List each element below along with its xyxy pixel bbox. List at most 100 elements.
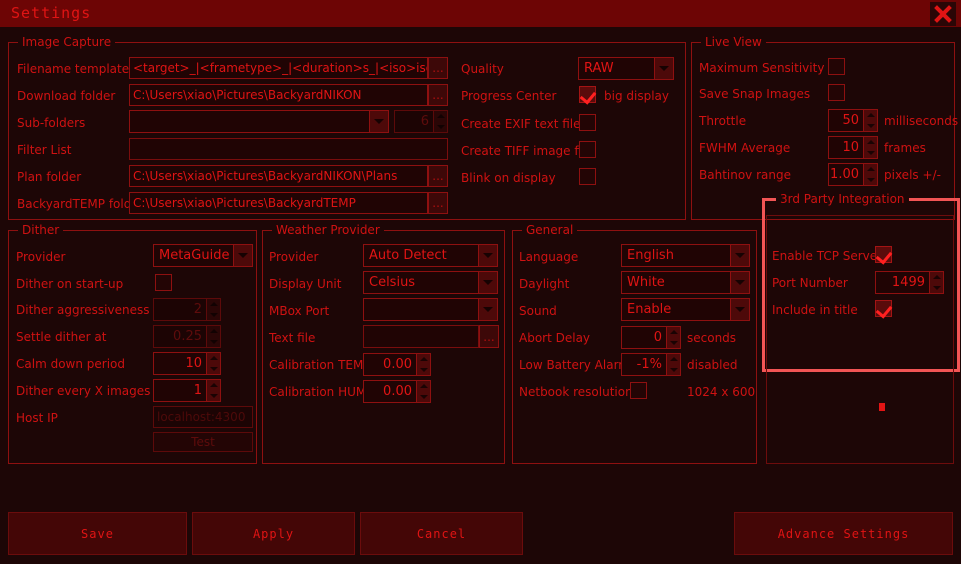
host-ip-input[interactable]: localhost:4300 (153, 406, 253, 428)
language-combo[interactable]: English (621, 244, 750, 267)
fwhm-average-unit: frames (884, 141, 926, 155)
display-unit-value: Celsius (369, 275, 416, 290)
apply-button[interactable]: Apply (192, 512, 355, 555)
abort-delay-spinner[interactable]: 0 (621, 326, 681, 349)
display-unit-combo[interactable]: Celsius (363, 271, 498, 294)
throttle-spinner[interactable]: 50 (828, 109, 878, 132)
save-snap-images-checkbox[interactable] (828, 84, 845, 101)
chevron-down-icon (730, 245, 749, 266)
dither-legend: Dither (18, 223, 64, 237)
cursor-marker (879, 403, 885, 411)
daylight-combo[interactable]: White (621, 271, 750, 294)
advance-settings-button[interactable]: Advance Settings (734, 512, 953, 555)
backyardtemp-folder-label: BackyardTEMP folder (17, 197, 144, 211)
settle-dither-stepper[interactable] (206, 325, 221, 348)
port-number-label: Port Number (772, 276, 848, 290)
calibration-hum-spinner[interactable]: 0.00 (363, 380, 431, 403)
save-button[interactable]: Save (8, 512, 187, 555)
filename-template-input[interactable]: <target>_|<frametype>_|<duration>s_|<iso… (129, 57, 428, 79)
download-folder-input[interactable]: C:\Users\xiao\Pictures\BackyardNIKON (129, 84, 428, 106)
text-file-browse-button[interactable]: ... (479, 325, 499, 348)
plan-folder-browse-button[interactable]: ... (428, 165, 448, 187)
dither-every-x-value: 1 (153, 379, 206, 402)
subfolders-count-stepper[interactable] (433, 110, 448, 133)
fwhm-average-stepper[interactable] (863, 136, 878, 159)
fwhm-average-spinner[interactable]: 10 (828, 136, 878, 159)
port-number-spinner[interactable]: 1499 (875, 271, 944, 294)
dither-onstartup-checkbox[interactable] (155, 274, 172, 291)
low-battery-alarm-value: -1% (621, 353, 666, 376)
create-tiff-label: Create TIFF image file (461, 144, 593, 158)
calm-down-period-value: 10 (153, 352, 206, 375)
low-battery-alarm-stepper[interactable] (666, 353, 681, 376)
chevron-down-icon (478, 245, 497, 266)
throttle-stepper[interactable] (863, 109, 878, 132)
max-sensitivity-checkbox[interactable] (828, 58, 845, 75)
quality-value: RAW (584, 61, 614, 76)
calibration-temp-spinner[interactable]: 0.00 (363, 353, 431, 376)
subfolders-combo[interactable] (129, 110, 389, 133)
throttle-label: Throttle (699, 114, 747, 128)
subfolders-label: Sub-folders (17, 116, 86, 130)
display-unit-label: Display Unit (269, 277, 342, 291)
create-exif-checkbox[interactable] (579, 114, 596, 131)
weather-provider-combo[interactable]: Auto Detect (363, 244, 498, 267)
plan-folder-input[interactable]: C:\Users\xiao\Pictures\BackyardNIKON\Pla… (129, 165, 428, 187)
language-value: English (627, 248, 674, 263)
low-battery-alarm-spinner[interactable]: -1% (621, 353, 681, 376)
backyardtemp-folder-browse-button[interactable]: ... (428, 192, 448, 214)
throttle-unit: milliseconds (884, 114, 959, 128)
sound-label: Sound (519, 304, 557, 318)
mbox-port-combo[interactable] (363, 298, 498, 321)
text-file-input[interactable] (363, 325, 479, 348)
filter-list-input[interactable] (129, 138, 448, 160)
dither-test-button[interactable]: Test (153, 432, 253, 452)
settle-dither-spinner[interactable]: 0.25 (153, 325, 221, 348)
subfolders-count-spinner[interactable]: 6 (394, 110, 448, 133)
create-tiff-checkbox[interactable] (579, 141, 596, 158)
third-party-integration-legend: 3rd Party Integration (776, 192, 909, 206)
progress-center-label: Progress Center (461, 89, 557, 103)
dither-aggressiveness-spinner[interactable]: 2 (153, 298, 221, 321)
netbook-resolution-value: 1024 x 600 (687, 385, 756, 399)
progress-center-checkbox[interactable] (579, 86, 596, 103)
download-folder-browse-button[interactable]: ... (428, 84, 448, 106)
create-exif-label: Create EXIF text file (461, 117, 581, 131)
bahtinov-range-stepper[interactable] (863, 163, 878, 186)
close-button[interactable] (930, 2, 956, 26)
bahtinov-range-spinner[interactable]: 1.00 (828, 163, 878, 186)
dither-provider-combo[interactable]: MetaGuide (153, 244, 253, 267)
calibration-hum-value: 0.00 (363, 380, 416, 403)
calm-down-period-spinner[interactable]: 10 (153, 352, 221, 375)
low-battery-alarm-label: Low Battery Alarm (519, 358, 630, 372)
blink-on-display-checkbox[interactable] (579, 168, 596, 185)
dither-every-x-spinner[interactable]: 1 (153, 379, 221, 402)
calibration-hum-stepper[interactable] (416, 380, 431, 403)
download-folder-label: Download folder (17, 89, 116, 103)
backyardtemp-folder-input[interactable]: C:\Users\xiao\Pictures\BackyardTEMP (129, 192, 428, 214)
dither-aggressiveness-stepper[interactable] (206, 298, 221, 321)
quality-combo[interactable]: RAW (578, 57, 674, 80)
general-legend: General (522, 223, 578, 237)
abort-delay-stepper[interactable] (666, 326, 681, 349)
calm-down-period-stepper[interactable] (206, 352, 221, 375)
enable-tcp-server-label: Enable TCP Server (772, 249, 883, 263)
bahtinov-range-label: Bahtinov range (699, 168, 791, 182)
chevron-down-icon (654, 58, 673, 79)
port-number-stepper[interactable] (929, 271, 944, 294)
sound-combo[interactable]: Enable (621, 298, 750, 321)
window-title: Settings (11, 4, 92, 22)
close-icon (934, 5, 952, 23)
calibration-temp-stepper[interactable] (416, 353, 431, 376)
port-number-value: 1499 (875, 271, 929, 294)
low-battery-alarm-unit: disabled (687, 358, 738, 372)
enable-tcp-server-checkbox[interactable] (875, 246, 892, 263)
filename-template-browse-button[interactable]: ... (428, 57, 448, 79)
quality-label: Quality (461, 62, 504, 76)
include-in-title-checkbox[interactable] (875, 300, 892, 317)
bahtinov-range-unit: pixels +/- (884, 168, 941, 182)
plan-folder-label: Plan folder (17, 170, 82, 184)
netbook-resolution-checkbox[interactable] (630, 382, 647, 399)
dither-every-x-stepper[interactable] (206, 379, 221, 402)
cancel-button[interactable]: Cancel (360, 512, 523, 555)
